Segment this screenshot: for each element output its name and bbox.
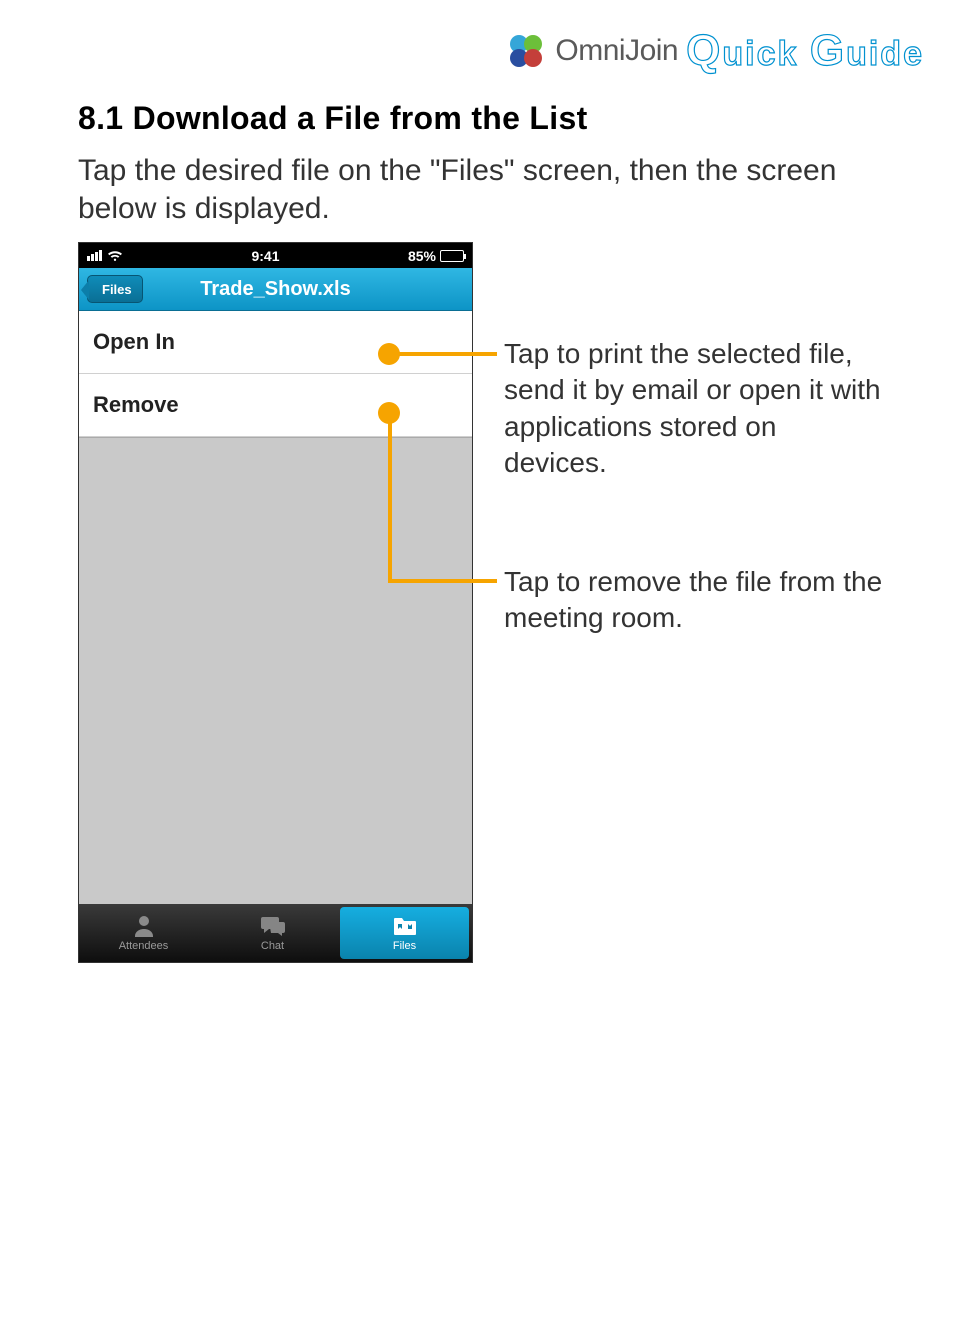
chat-icon [260,914,286,938]
callout-open-in: Tap to print the selected file, send it … [504,336,884,482]
tab-chat[interactable]: Chat [208,904,337,962]
nav-title: Trade_Show.xls [200,278,350,301]
tab-files[interactable]: Files [340,907,469,959]
tab-attendees[interactable]: Attendees [79,904,208,962]
files-icon [392,914,418,938]
phone-screenshot: 9:41 85% Files Trade_Show.xls Open In Re… [78,242,473,963]
signal-icon [87,250,102,261]
callout-remove: Tap to remove the file from the meeting … [504,564,884,637]
status-battery-pct: 85% [408,248,436,264]
callout-line [388,413,392,583]
nav-bar: Files Trade_Show.xls [79,268,472,311]
status-time: 9:41 [251,248,279,264]
callout-dot-icon [378,343,400,365]
brand-name: OmniJoin [555,34,678,68]
callout-line [388,579,497,583]
back-button[interactable]: Files [87,275,143,303]
callout-line [399,352,497,356]
tab-files-label: Files [393,940,416,952]
quick-guide-label: Quick Guide [686,26,924,76]
section-title: 8.1 Download a File from the List [78,100,588,137]
document-header: OmniJoin Quick Guide [505,26,924,76]
attendees-icon [131,914,157,938]
status-bar: 9:41 85% [79,243,472,268]
wifi-icon [107,250,123,262]
tab-chat-label: Chat [261,940,284,952]
battery-icon [440,250,464,262]
tab-attendees-label: Attendees [119,940,169,952]
file-action-list: Open In Remove [79,311,472,438]
remove-row[interactable]: Remove [79,374,472,437]
remove-label: Remove [93,392,179,418]
tab-bar: Attendees Chat Files [79,904,472,962]
open-in-row[interactable]: Open In [79,311,472,374]
back-button-label: Files [102,282,132,297]
section-intro: Tap the desired file on the "Files" scre… [78,152,878,227]
open-in-label: Open In [93,329,175,355]
omnijoin-logo-icon [505,30,547,72]
